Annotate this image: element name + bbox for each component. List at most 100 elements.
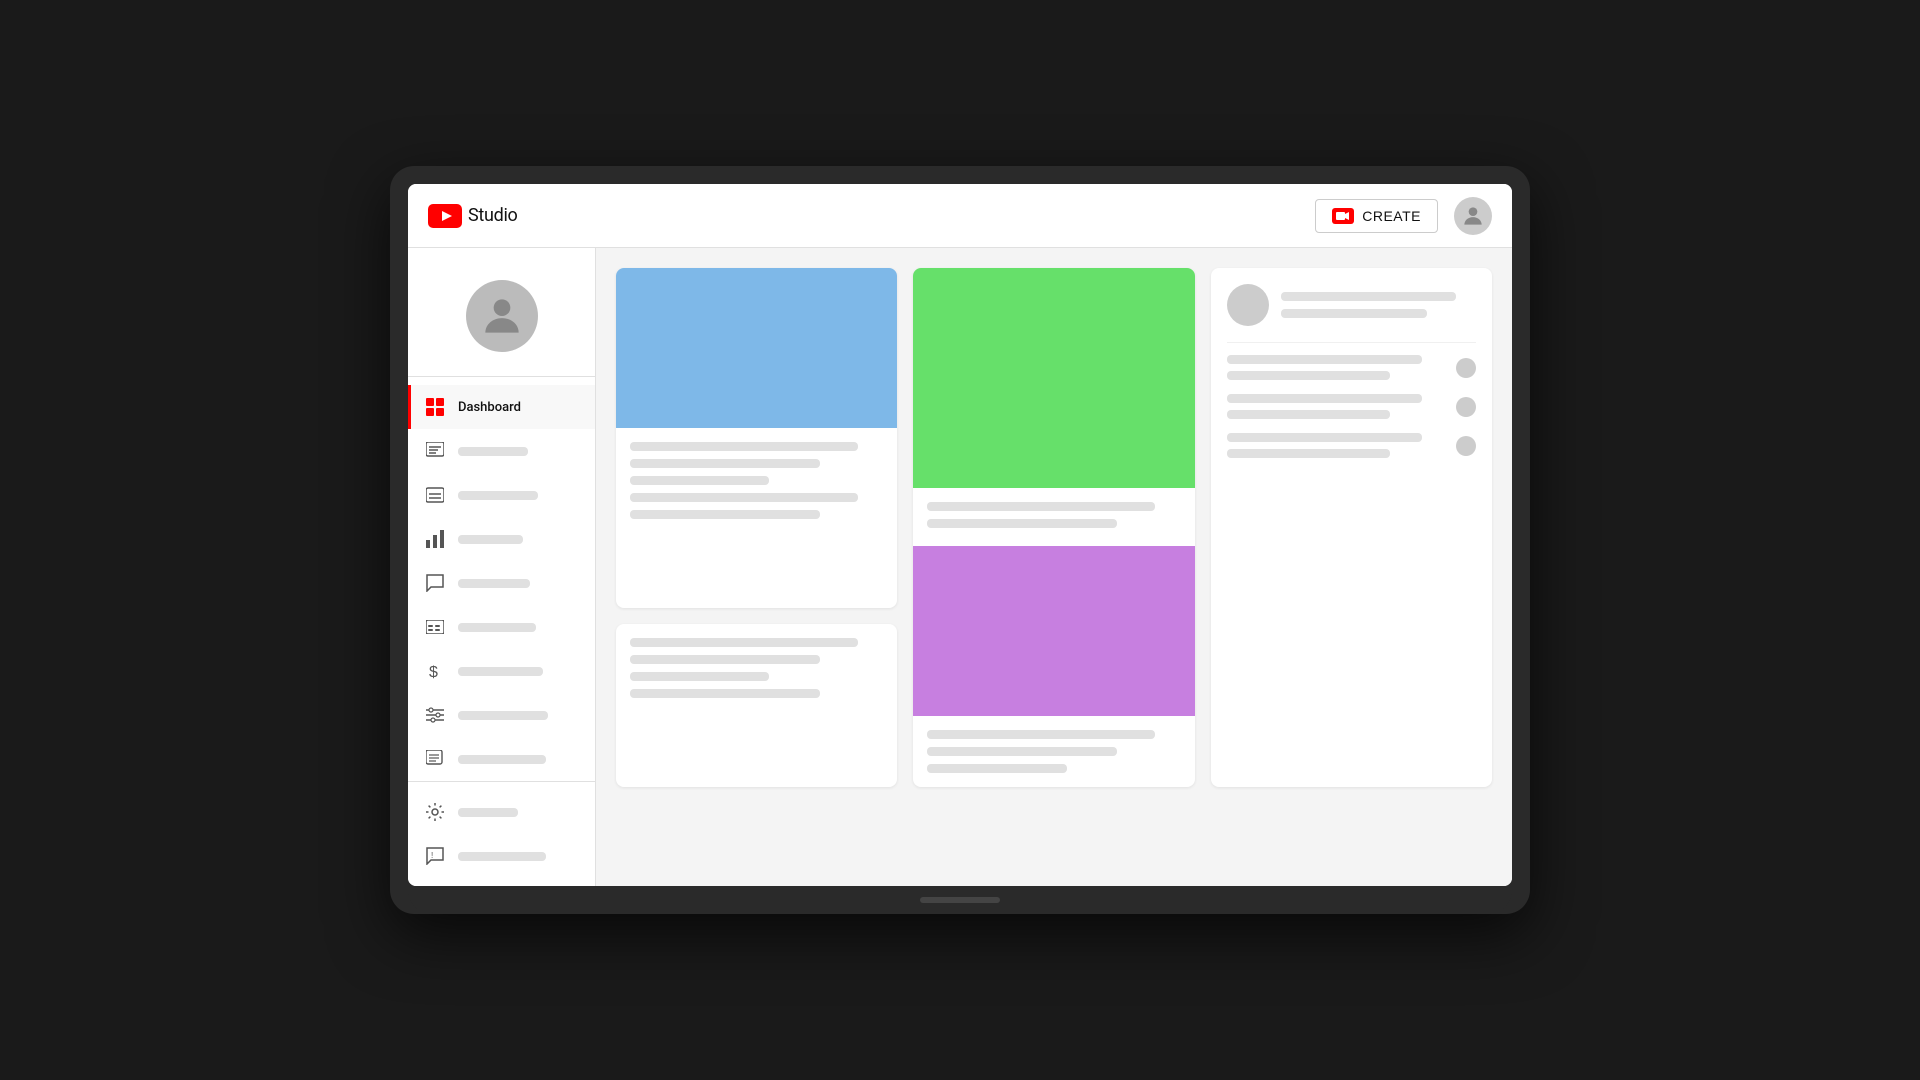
analytics-label-placeholder — [458, 535, 523, 544]
card-1-thumbnail — [616, 268, 897, 428]
content-area — [596, 248, 1512, 886]
sidebar-item-dashboard[interactable]: Dashboard — [408, 385, 595, 429]
svg-text:!: ! — [431, 851, 433, 860]
card-4-line-2 — [630, 655, 820, 664]
sidebar-item-analytics[interactable] — [408, 517, 595, 561]
sidebar-item-monetization[interactable]: $ — [408, 649, 595, 693]
captions-icon — [424, 616, 446, 638]
card-2-line-3 — [927, 730, 1155, 739]
subtitles-icon — [424, 484, 446, 506]
mini-line-2 — [1281, 309, 1428, 318]
card-channel-info[interactable] — [1211, 268, 1492, 787]
monetization-label-placeholder — [458, 667, 543, 676]
header: Studio CREATE — [408, 184, 1512, 248]
sidebar-item-captions[interactable] — [408, 605, 595, 649]
card-4-lines — [616, 624, 897, 712]
studio-wordmark: Studio — [468, 205, 518, 226]
sidebar-bottom: ! — [408, 781, 595, 886]
main-layout: Dashboard — [408, 248, 1512, 886]
laptop-screen: Studio CREATE — [408, 184, 1512, 886]
audiolib-label-placeholder — [458, 755, 546, 764]
audiolib-icon — [424, 748, 446, 770]
feedback-icon: ! — [424, 845, 446, 867]
card-3-row-1-lines — [1227, 355, 1444, 380]
card-video-2[interactable] — [913, 268, 1194, 787]
header-left: Studio — [428, 204, 518, 228]
monetization-icon: $ — [424, 660, 446, 682]
card-2-line-4 — [927, 747, 1117, 756]
card-3-row-2 — [1227, 394, 1476, 419]
customization-label-placeholder — [458, 711, 548, 720]
row2-line-2 — [1227, 410, 1390, 419]
svg-text:$: $ — [429, 664, 438, 680]
sidebar-item-customization[interactable] — [408, 693, 595, 737]
card-3-inner — [1211, 268, 1492, 488]
create-button[interactable]: CREATE — [1315, 199, 1438, 233]
settings-icon — [424, 801, 446, 823]
mini-avatar — [1227, 284, 1269, 326]
row2-line-1 — [1227, 394, 1423, 403]
sidebar-item-content[interactable] — [408, 429, 595, 473]
card-4-line-3 — [630, 672, 769, 681]
sidebar-item-audiolib[interactable] — [408, 737, 595, 781]
card-2-bottom-lines — [913, 716, 1194, 787]
sidebar-avatar-section — [408, 264, 595, 376]
header-right: CREATE — [1315, 197, 1492, 235]
card-2-line-2 — [927, 519, 1117, 528]
card-3-row-2-lines — [1227, 394, 1444, 419]
youtube-studio-logo: Studio — [428, 204, 518, 228]
card-2-line-5 — [927, 764, 1066, 773]
card-1-line-1 — [630, 442, 858, 451]
circle-indicator-1 — [1456, 358, 1476, 378]
subtitles-label-placeholder — [458, 491, 538, 500]
row3-line-2 — [1227, 449, 1390, 458]
create-label: CREATE — [1362, 208, 1421, 224]
card-2-top-lines — [913, 488, 1194, 542]
card-1-lines — [616, 428, 897, 533]
sidebar: Dashboard — [408, 248, 596, 886]
row3-line-1 — [1227, 433, 1423, 442]
card-1-line-3 — [630, 476, 769, 485]
avatar-icon — [1460, 203, 1486, 229]
card-3-divider — [1227, 342, 1476, 343]
card-3-row-1 — [1227, 355, 1476, 380]
card-1-line-4 — [630, 493, 858, 502]
captions-label-placeholder — [458, 623, 536, 632]
customization-icon — [424, 704, 446, 726]
card-2-line-1 — [927, 502, 1155, 511]
content-icon — [424, 440, 446, 462]
settings-label-placeholder — [458, 808, 518, 817]
circle-indicator-2 — [1456, 397, 1476, 417]
laptop-shell: Studio CREATE — [390, 166, 1530, 914]
laptop-notch — [920, 897, 1000, 903]
mini-line-1 — [1281, 292, 1457, 301]
card-4-line-1 — [630, 638, 858, 647]
sidebar-item-feedback[interactable]: ! — [408, 834, 595, 878]
content-label-placeholder — [458, 447, 528, 456]
card-2-green-thumbnail — [913, 268, 1194, 488]
laptop-bottom — [408, 886, 1512, 914]
card-video-3[interactable] — [616, 624, 897, 787]
card-video-1[interactable] — [616, 268, 897, 608]
card-4-line-4 — [630, 689, 820, 698]
sidebar-divider-top — [408, 376, 595, 377]
mini-lines — [1281, 292, 1476, 318]
card-3-row-3 — [1227, 433, 1476, 458]
comments-icon — [424, 572, 446, 594]
row1-line-1 — [1227, 355, 1423, 364]
camera-icon — [1332, 208, 1354, 224]
youtube-icon — [428, 204, 462, 228]
sidebar-item-settings[interactable] — [408, 790, 595, 834]
card-1-line-5 — [630, 510, 820, 519]
feedback-label-placeholder — [458, 852, 546, 861]
sidebar-divider-bottom — [408, 781, 595, 782]
comments-label-placeholder — [458, 579, 530, 588]
sidebar-item-subtitles[interactable] — [408, 473, 595, 517]
channel-avatar[interactable] — [466, 280, 538, 352]
user-avatar[interactable] — [1454, 197, 1492, 235]
analytics-icon — [424, 528, 446, 550]
channel-avatar-icon — [477, 291, 527, 341]
sidebar-item-label: Dashboard — [458, 400, 521, 415]
dashboard-icon — [424, 396, 446, 418]
sidebar-item-comments[interactable] — [408, 561, 595, 605]
